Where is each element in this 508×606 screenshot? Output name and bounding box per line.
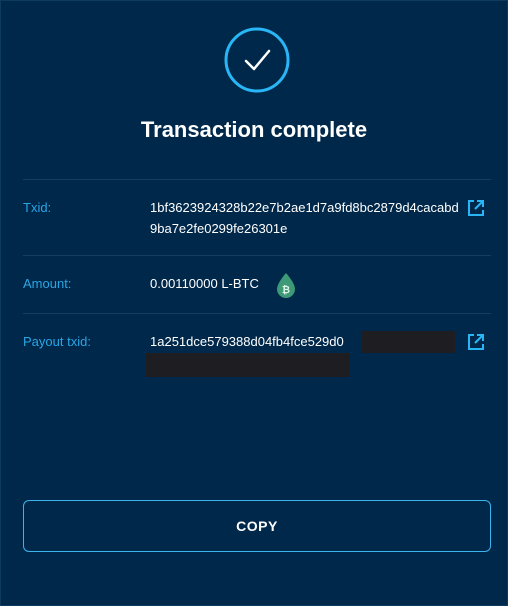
success-check-icon xyxy=(224,27,290,93)
liquid-bitcoin-icon: ₿ xyxy=(275,272,297,298)
svg-text:₿: ₿ xyxy=(282,284,290,296)
copy-button[interactable]: COPY xyxy=(23,500,491,552)
page-title: Transaction complete xyxy=(140,117,368,142)
redaction-block xyxy=(146,353,350,377)
amount-label: Amount: xyxy=(23,276,72,291)
divider xyxy=(23,255,491,256)
divider xyxy=(23,313,491,314)
external-link-icon[interactable] xyxy=(466,198,486,218)
payout-txid-label: Payout txid: xyxy=(23,334,91,349)
transaction-complete-dialog: Transaction complete Txid: 1bf3623924328… xyxy=(0,0,508,606)
divider xyxy=(23,179,491,180)
redaction-block xyxy=(361,331,455,353)
txid-label: Txid: xyxy=(23,200,52,215)
amount-value: 0.00110000 L-BTC xyxy=(150,276,259,291)
external-link-icon[interactable] xyxy=(466,332,486,352)
txid-value: 1bf3623924328b22e7b2ae1d7a9fd8bc2879d4ca… xyxy=(150,200,459,236)
